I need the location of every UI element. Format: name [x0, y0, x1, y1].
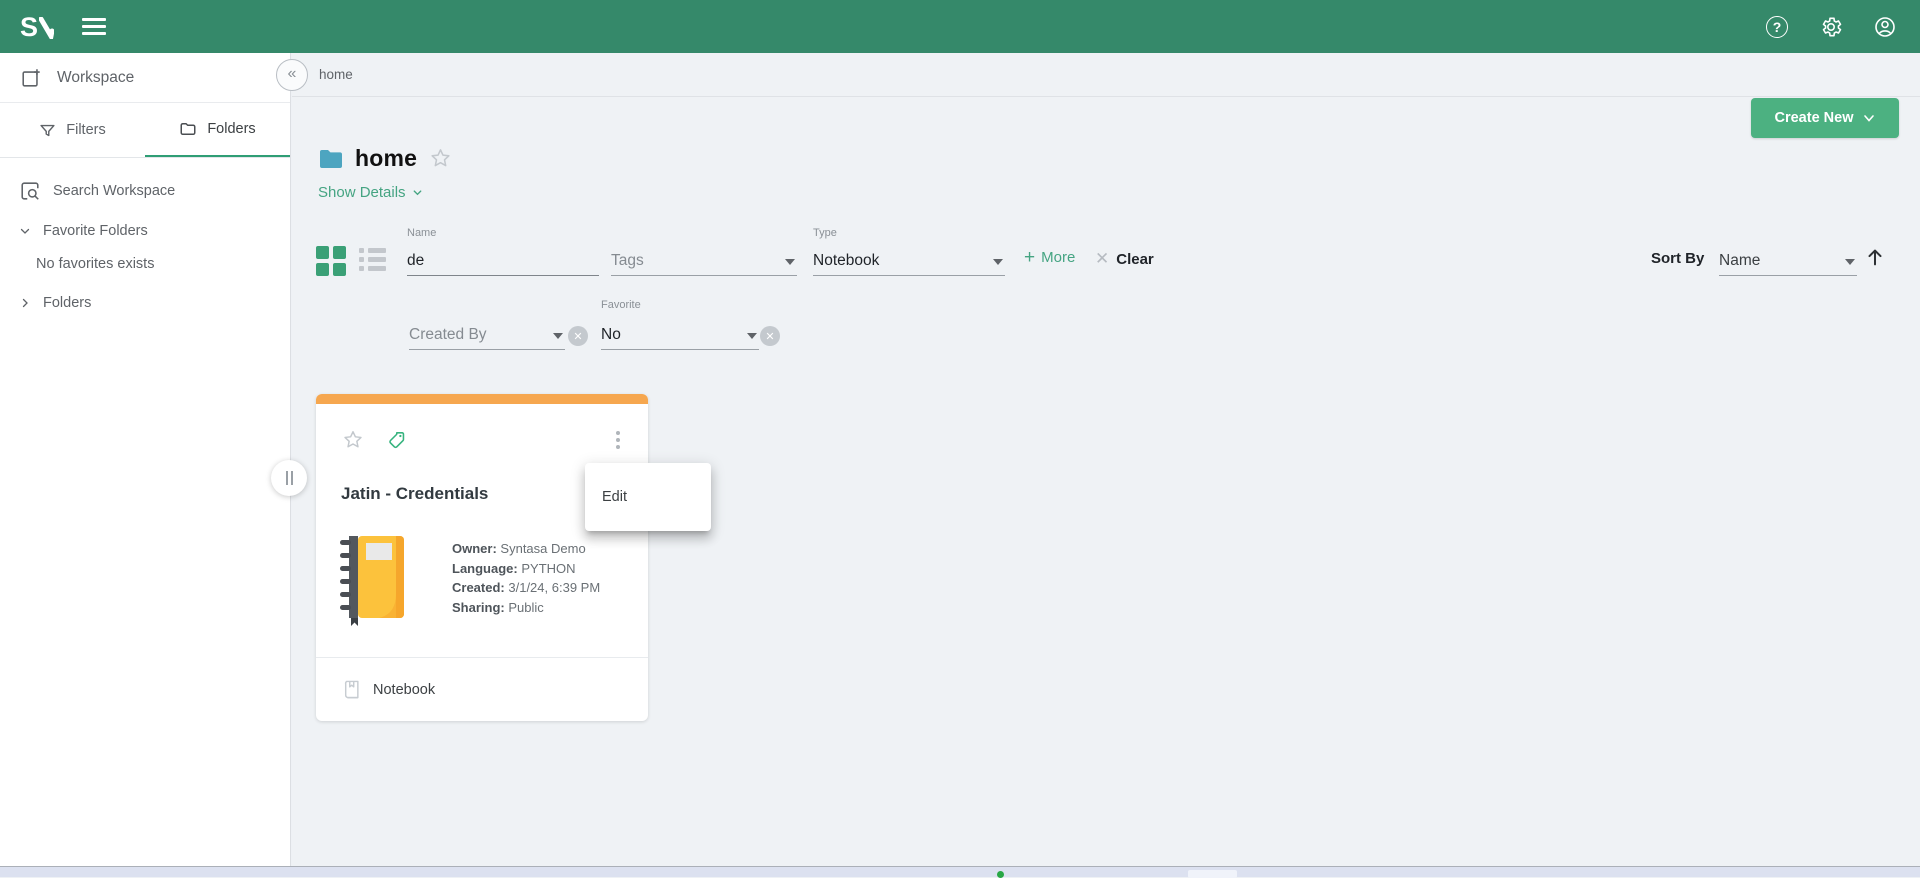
settings-gear-icon[interactable]	[1816, 12, 1846, 42]
breadcrumb[interactable]: home	[319, 67, 353, 82]
card-context-menu: Edit	[585, 463, 711, 531]
favorite-star-icon[interactable]	[429, 147, 452, 170]
card-icon-row	[342, 427, 624, 453]
detail-owner: Owner: Syntasa Demo	[452, 539, 600, 559]
card-details: Owner: Syntasa Demo Language: PYTHON Cre…	[452, 534, 600, 626]
chevron-right-icon	[19, 297, 31, 309]
chevron-down-icon	[412, 187, 423, 198]
page-title-row: home	[319, 145, 452, 172]
sidebar-title: Workspace	[57, 69, 134, 87]
sidebar-item-favorite-folders[interactable]: Favorite Folders	[0, 218, 290, 244]
sidebar-tabs: Filters Folders	[0, 103, 290, 158]
book-icon	[343, 679, 361, 701]
sidebar-resize-handle[interactable]	[271, 460, 307, 496]
card-footer: Notebook	[316, 657, 648, 721]
sidebar-item-folders[interactable]: Folders	[0, 290, 290, 316]
clear-x-icon: ✕	[1095, 249, 1109, 269]
folder-tab-icon	[179, 120, 197, 138]
detail-created: Created: 3/1/24, 6:39 PM	[452, 578, 600, 598]
logo-slash-icon	[39, 17, 54, 39]
main-content: home Show Details Create New Name Tags T…	[292, 97, 1920, 866]
plus-icon: +	[1024, 250, 1035, 266]
arrow-up-icon	[1864, 245, 1886, 269]
show-details-toggle[interactable]: Show Details	[318, 184, 423, 201]
page-title: home	[355, 145, 417, 172]
type-filter-select[interactable]: Notebook	[813, 247, 1005, 276]
card-favorite-star-icon[interactable]	[342, 429, 364, 451]
workspace-header[interactable]: Workspace	[0, 53, 290, 103]
sort-direction-button[interactable]	[1864, 245, 1886, 272]
list-view-button[interactable]	[359, 248, 386, 271]
name-filter-input[interactable]	[407, 252, 599, 270]
name-filter-field	[407, 247, 599, 276]
notebook-card[interactable]: Jatin - Credentials Owner:	[316, 394, 648, 721]
dropdown-arrow-icon	[747, 333, 757, 339]
menu-icon[interactable]	[82, 18, 106, 35]
favorite-filter-label: Favorite	[601, 299, 641, 311]
detail-sharing: Sharing: Public	[452, 598, 600, 618]
dropdown-arrow-icon	[1845, 259, 1855, 265]
created-by-filter-select[interactable]: Created By	[409, 321, 565, 350]
chevron-down-icon	[19, 225, 31, 237]
favorite-filter-select[interactable]: No	[601, 321, 759, 350]
search-workspace-icon	[19, 180, 41, 202]
search-workspace-item[interactable]: Search Workspace	[0, 178, 290, 204]
breadcrumb-bar: « home	[292, 53, 1920, 97]
filter-funnel-icon	[39, 122, 56, 139]
collapse-sidebar-button[interactable]: «	[276, 59, 308, 91]
type-filter-label: Type	[813, 227, 837, 239]
sort-by-select[interactable]: Name	[1719, 247, 1857, 276]
create-new-button[interactable]: Create New	[1751, 98, 1899, 138]
remove-created-by-filter-icon[interactable]: ✕	[568, 326, 588, 346]
top-bar: S ?	[0, 0, 1920, 53]
detail-language: Language: PYTHON	[452, 559, 600, 579]
sort-by-label: Sort By	[1651, 250, 1704, 267]
account-icon[interactable]	[1870, 12, 1900, 42]
card-title: Jatin - Credentials	[341, 484, 488, 504]
syntasa-logo[interactable]: S	[20, 14, 54, 40]
name-filter-label: Name	[407, 227, 436, 239]
dropdown-arrow-icon	[553, 333, 563, 339]
menu-item-edit[interactable]: Edit	[585, 463, 711, 531]
tags-filter-select[interactable]: Tags	[611, 247, 797, 276]
remove-favorite-filter-icon[interactable]: ✕	[760, 326, 780, 346]
help-icon[interactable]: ?	[1762, 12, 1792, 42]
sidebar: Workspace Filters Folders Search Workspa…	[0, 53, 291, 866]
logo-letter: S	[20, 14, 37, 40]
more-filters-button[interactable]: + More	[1024, 249, 1075, 266]
no-favorites-text: No favorites exists	[36, 251, 154, 277]
tab-filters[interactable]: Filters	[0, 103, 145, 157]
clear-filters-button[interactable]: ✕ Clear	[1095, 249, 1154, 269]
card-type-label: Notebook	[373, 682, 435, 698]
taskbar-edge	[0, 866, 1920, 877]
tab-folders[interactable]: Folders	[145, 103, 290, 157]
dropdown-arrow-icon	[993, 259, 1003, 265]
folder-icon	[319, 149, 343, 169]
grid-view-button[interactable]	[316, 246, 346, 276]
dropdown-arrow-icon	[785, 259, 795, 265]
card-body: Owner: Syntasa Demo Language: PYTHON Cre…	[339, 534, 600, 626]
kebab-menu-icon[interactable]	[612, 427, 624, 453]
card-accent-bar	[316, 394, 648, 404]
tag-icon[interactable]	[387, 430, 408, 451]
notebook-thumbnail	[339, 534, 409, 626]
chevron-down-icon	[1863, 114, 1875, 123]
workspace-icon	[20, 67, 42, 89]
